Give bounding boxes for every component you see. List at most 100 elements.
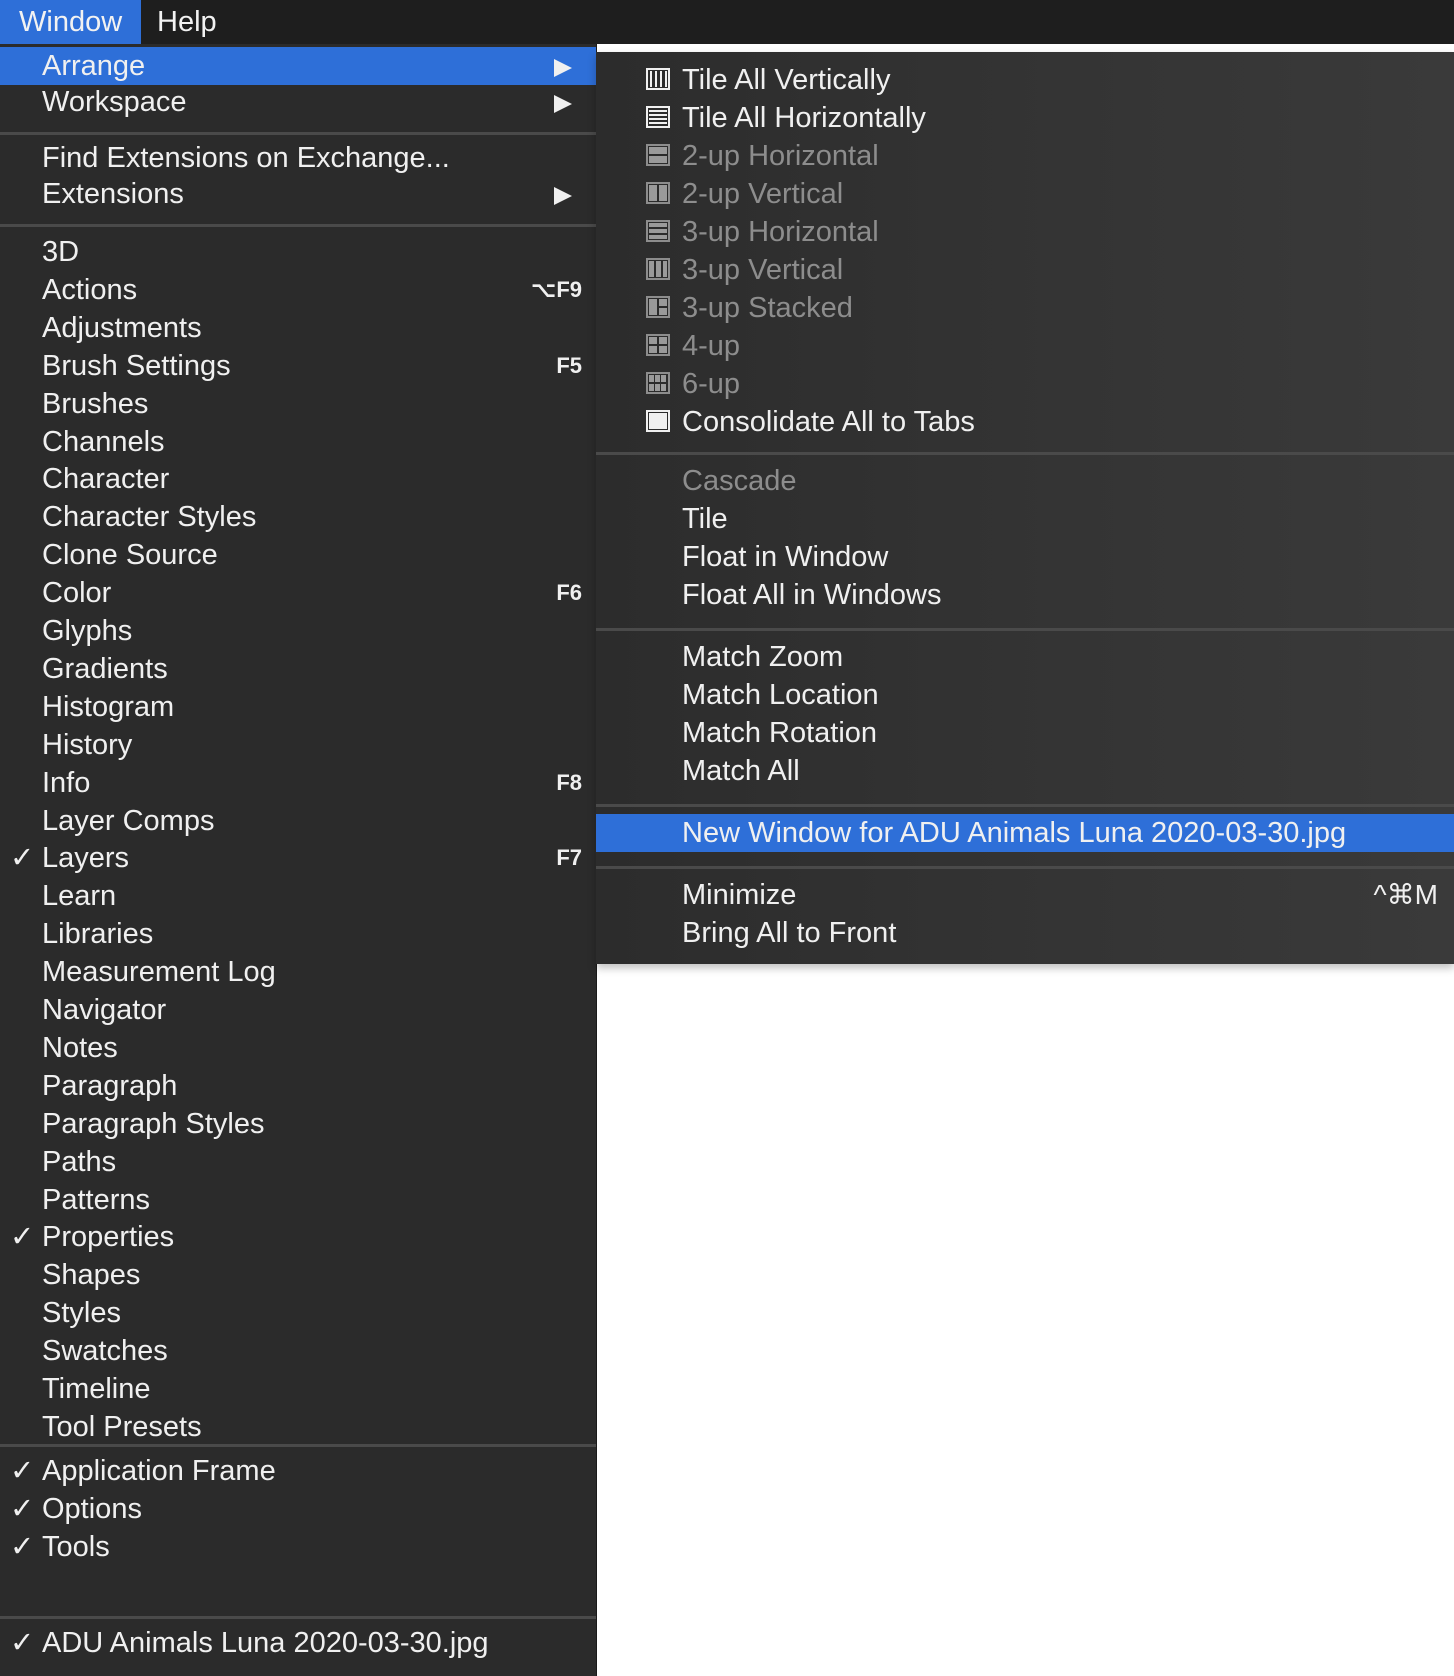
menu-item-channels[interactable]: Channels <box>0 423 596 461</box>
menu-item-label: Actions <box>42 273 138 306</box>
menu-item-layer-comps[interactable]: Layer Comps <box>0 802 596 840</box>
menu-item-label: Navigator <box>42 994 167 1026</box>
menu-item-brush-settings[interactable]: Brush Settings F5 <box>0 347 596 385</box>
3up-stacked-icon <box>646 296 670 318</box>
menu-item-label: Application Frame <box>42 1455 276 1487</box>
submenu-arrow-icon <box>554 187 572 205</box>
menu-item-label: 3D <box>42 236 80 268</box>
menu-item-timeline[interactable]: Timeline <box>0 1370 596 1408</box>
menu-item-label: Color <box>42 577 112 610</box>
menu-item-label: Workspace <box>42 86 187 118</box>
menu-item-label: Float All in Windows <box>682 579 942 611</box>
menu-item-label: Float in Window <box>682 541 889 573</box>
menu-item-2-up-horizontal: 2-up Horizontal <box>596 137 1454 175</box>
menu-item-label: 3-up Stacked <box>682 292 853 324</box>
menu-item-character[interactable]: Character <box>0 460 596 498</box>
consolidate-tabs-icon <box>646 410 670 432</box>
menu-item-glyphs[interactable]: Glyphs <box>0 612 596 650</box>
menu-item-label: Shapes <box>42 1259 141 1292</box>
menu-item-measurement-log[interactable]: Measurement Log <box>0 953 596 991</box>
menu-item-info[interactable]: Info F8 <box>0 764 596 802</box>
menu-item-match-rotation[interactable]: Match Rotation <box>596 714 1454 752</box>
menu-item-document[interactable]: ✓ ADU Animals Luna 2020-03-30.jpg <box>0 1624 596 1662</box>
menu-item-histogram[interactable]: Histogram <box>0 688 596 726</box>
menu-separator <box>596 866 1454 869</box>
menu-item-label: Timeline <box>42 1373 151 1405</box>
menu-item-match-all[interactable]: Match All <box>596 752 1454 790</box>
menu-item-3d[interactable]: 3D <box>0 233 596 271</box>
menu-item-paragraph[interactable]: Paragraph <box>0 1067 596 1105</box>
menu-item-navigator[interactable]: Navigator <box>0 991 596 1029</box>
menu-item-3-up-stacked: 3-up Stacked <box>596 289 1454 327</box>
menu-item-label: Consolidate All to Tabs <box>682 406 975 438</box>
menu-item-new-window[interactable]: New Window for ADU Animals Luna 2020-03-… <box>596 814 1454 852</box>
window-menu: Arrange Workspace Find Extensions on Excha… <box>0 44 597 1676</box>
menu-item-tile[interactable]: Tile <box>596 500 1454 538</box>
menu-item-styles[interactable]: Styles <box>0 1294 596 1332</box>
menu-bar: Window Help <box>0 0 1454 44</box>
menu-item-swatches[interactable]: Swatches <box>0 1332 596 1370</box>
menu-item-paragraph-styles[interactable]: Paragraph Styles <box>0 1105 596 1143</box>
menu-item-workspace[interactable]: Workspace <box>0 83 596 121</box>
menu-item-label: Paragraph Styles <box>42 1107 265 1140</box>
menu-item-label: Channels <box>42 425 165 458</box>
menu-item-bring-all-to-front[interactable]: Bring All to Front <box>596 914 1454 952</box>
menu-item-match-location[interactable]: Match Location <box>596 676 1454 714</box>
menu-item-label: Layer Comps <box>42 804 215 837</box>
menu-item-clone-source[interactable]: Clone Source <box>0 536 596 574</box>
3up-vertical-icon <box>646 258 670 280</box>
menu-item-label: Character <box>42 463 170 496</box>
menu-item-adjustments[interactable]: Adjustments <box>0 309 596 347</box>
menu-item-tile-all-vertically[interactable]: Tile All Vertically <box>596 61 1454 99</box>
shortcut-label: F6 <box>556 580 582 606</box>
menu-item-label: Learn <box>42 880 117 913</box>
menubar-help[interactable]: Help <box>138 0 236 44</box>
menu-item-patterns[interactable]: Patterns <box>0 1181 596 1219</box>
menubar-window[interactable]: Window <box>0 0 142 44</box>
menu-item-float-all-in-windows[interactable]: Float All in Windows <box>596 576 1454 614</box>
menu-item-learn[interactable]: Learn <box>0 877 596 915</box>
menu-item-libraries[interactable]: Libraries <box>0 915 596 953</box>
menu-item-label: Character Styles <box>42 501 257 534</box>
menu-item-label: Properties <box>42 1221 175 1254</box>
menu-item-properties[interactable]: ✓ Properties <box>0 1218 596 1256</box>
menu-item-color[interactable]: Color F6 <box>0 574 596 612</box>
menu-item-label: Arrange <box>42 50 146 82</box>
menu-item-tile-all-horizontally[interactable]: Tile All Horizontally <box>596 99 1454 137</box>
menu-item-match-zoom[interactable]: Match Zoom <box>596 638 1454 676</box>
menu-item-extensions[interactable]: Extensions <box>0 175 596 213</box>
menu-item-label: Measurement Log <box>42 956 276 989</box>
menu-item-label: New Window for ADU Animals Luna 2020-03-… <box>682 817 1347 849</box>
menu-item-application-frame[interactable]: ✓ Application Frame <box>0 1452 596 1490</box>
menu-item-3-up-horizontal: 3-up Horizontal <box>596 213 1454 251</box>
menu-item-shapes[interactable]: Shapes <box>0 1256 596 1294</box>
menu-item-consolidate-all-to-tabs[interactable]: Consolidate All to Tabs <box>596 403 1454 441</box>
menu-item-find-extensions-on-exchange[interactable]: Find Extensions on Exchange... <box>0 139 596 177</box>
menu-item-options[interactable]: ✓ Options <box>0 1490 596 1528</box>
menu-item-label: Minimize <box>682 879 797 911</box>
menu-item-tool-presets[interactable]: Tool Presets <box>0 1408 596 1446</box>
menu-item-label: Match Zoom <box>682 641 844 673</box>
menu-item-brushes[interactable]: Brushes <box>0 385 596 423</box>
menu-item-float-in-window[interactable]: Float in Window <box>596 538 1454 576</box>
2up-horizontal-icon <box>646 144 670 166</box>
menu-item-minimize[interactable]: Minimize ^⌘M <box>596 876 1454 914</box>
menu-separator <box>0 224 596 227</box>
shortcut-label: F7 <box>556 845 582 871</box>
3up-horizontal-icon <box>646 220 670 242</box>
menu-item-history[interactable]: History <box>0 726 596 764</box>
menu-item-label: Match Rotation <box>682 717 878 749</box>
menu-item-label: Gradients <box>42 652 168 685</box>
menu-item-label: Brushes <box>42 387 149 420</box>
checkmark-icon: ✓ <box>10 1531 35 1563</box>
menu-separator <box>0 1444 596 1447</box>
menu-item-actions[interactable]: Actions ⌥F9 <box>0 271 596 309</box>
menu-item-arrange[interactable]: Arrange <box>0 47 596 85</box>
menu-item-tools[interactable]: ✓ Tools <box>0 1528 596 1566</box>
menu-item-notes[interactable]: Notes <box>0 1029 596 1067</box>
menu-item-layers[interactable]: ✓ Layers F7 <box>0 839 596 877</box>
menu-item-character-styles[interactable]: Character Styles <box>0 498 596 536</box>
menu-item-label: Bring All to Front <box>682 917 897 949</box>
menu-item-paths[interactable]: Paths <box>0 1143 596 1181</box>
menu-item-gradients[interactable]: Gradients <box>0 650 596 688</box>
